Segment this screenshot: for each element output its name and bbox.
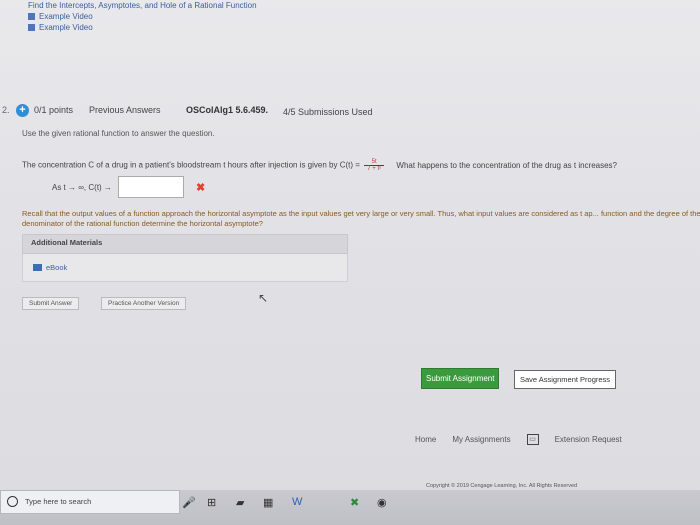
excel-icon[interactable]: ✖ [350,496,359,509]
top-links: Find the Intercepts, Asymptotes, and Hol… [28,0,257,33]
home-link[interactable]: Home [415,435,436,444]
example-video-label: Example Video [39,12,93,21]
fraction-denominator: 7 + t² [367,166,382,172]
example-video-label-2: Example Video [39,23,93,32]
previous-answers-link[interactable]: Previous Answers [89,105,161,115]
taskbar: Type here to search 🎤 ⊞ ▰ ▦ W ✖ ◉ [0,490,700,525]
extension-request-link[interactable]: Extension Request [555,435,622,444]
mic-icon[interactable]: 🎤 [182,496,196,509]
word-icon[interactable]: W [292,496,302,508]
store-icon[interactable]: ▦ [263,496,273,509]
my-assignments-link[interactable]: My Assignments [452,435,510,444]
problem-text: The concentration C of a drug in a patie… [22,160,338,170]
cortana-circle-icon [7,496,18,507]
submit-assignment-button[interactable]: Submit Assignment [421,368,500,389]
answer-input[interactable] [117,176,184,198]
points: 0/1 points [34,105,74,115]
ebook-label: eBook [46,263,68,272]
copyright: Copyright © 2019 Cengage Learning, Inc. … [426,483,578,489]
submissions-used: 4/5 Submissions Used [283,107,373,117]
mouse-cursor-icon: ↖ [258,291,269,305]
file-explorer-icon[interactable]: ▰ [236,496,244,509]
video-icon [28,24,35,31]
task-view-icon[interactable]: ⊞ [207,496,216,509]
ebook-link[interactable]: eBook [22,254,348,282]
problem-tail: What happens to the concentration of the… [396,160,618,170]
function-fraction: 5t 7 + t² [364,159,385,172]
search-placeholder: Type here to search [25,497,92,506]
example-video-link-2[interactable]: Example Video [28,22,257,33]
footer-nav: Home My Assignments ▭ Extension Request [415,434,638,445]
answer-row: As t → ∞, C(t) → ✖ [52,176,205,198]
expand-plus-icon[interactable]: + [16,104,29,117]
question-id: OSColAlg1 5.6.459. [186,105,269,115]
hint-text: Recall that the output values of a funct… [22,209,700,228]
calendar-icon: ▭ [526,434,539,445]
cut-top-link-label: Find the Intercepts, Asymptotes, and Hol… [28,1,257,10]
example-video-link[interactable]: Example Video [28,11,257,22]
incorrect-x-icon: ✖ [195,181,206,194]
question-number: 2. [2,105,10,115]
additional-materials-header: Additional Materials [22,234,348,254]
practice-version-button[interactable]: Practice Another Version [101,297,187,310]
answer-prefix: As t → ∞, C(t) → [52,182,112,192]
chrome-icon[interactable]: ◉ [377,496,387,509]
problem-statement: The concentration C of a drug in a patie… [22,159,617,172]
save-progress-button[interactable]: Save Assignment Progress [514,370,617,389]
cut-top-link[interactable]: Find the Intercepts, Asymptotes, and Hol… [28,0,257,11]
video-icon [28,13,35,20]
taskbar-search[interactable]: Type here to search [0,490,180,514]
instruction: Use the given rational function to answe… [22,129,215,138]
submit-answer-button[interactable]: Submit Answer [22,297,80,310]
question-header: 2. + 0/1 points Previous Answers OSColAl… [0,100,700,128]
function-lhs: C(t) = [339,160,360,170]
ebook-icon [33,264,42,271]
